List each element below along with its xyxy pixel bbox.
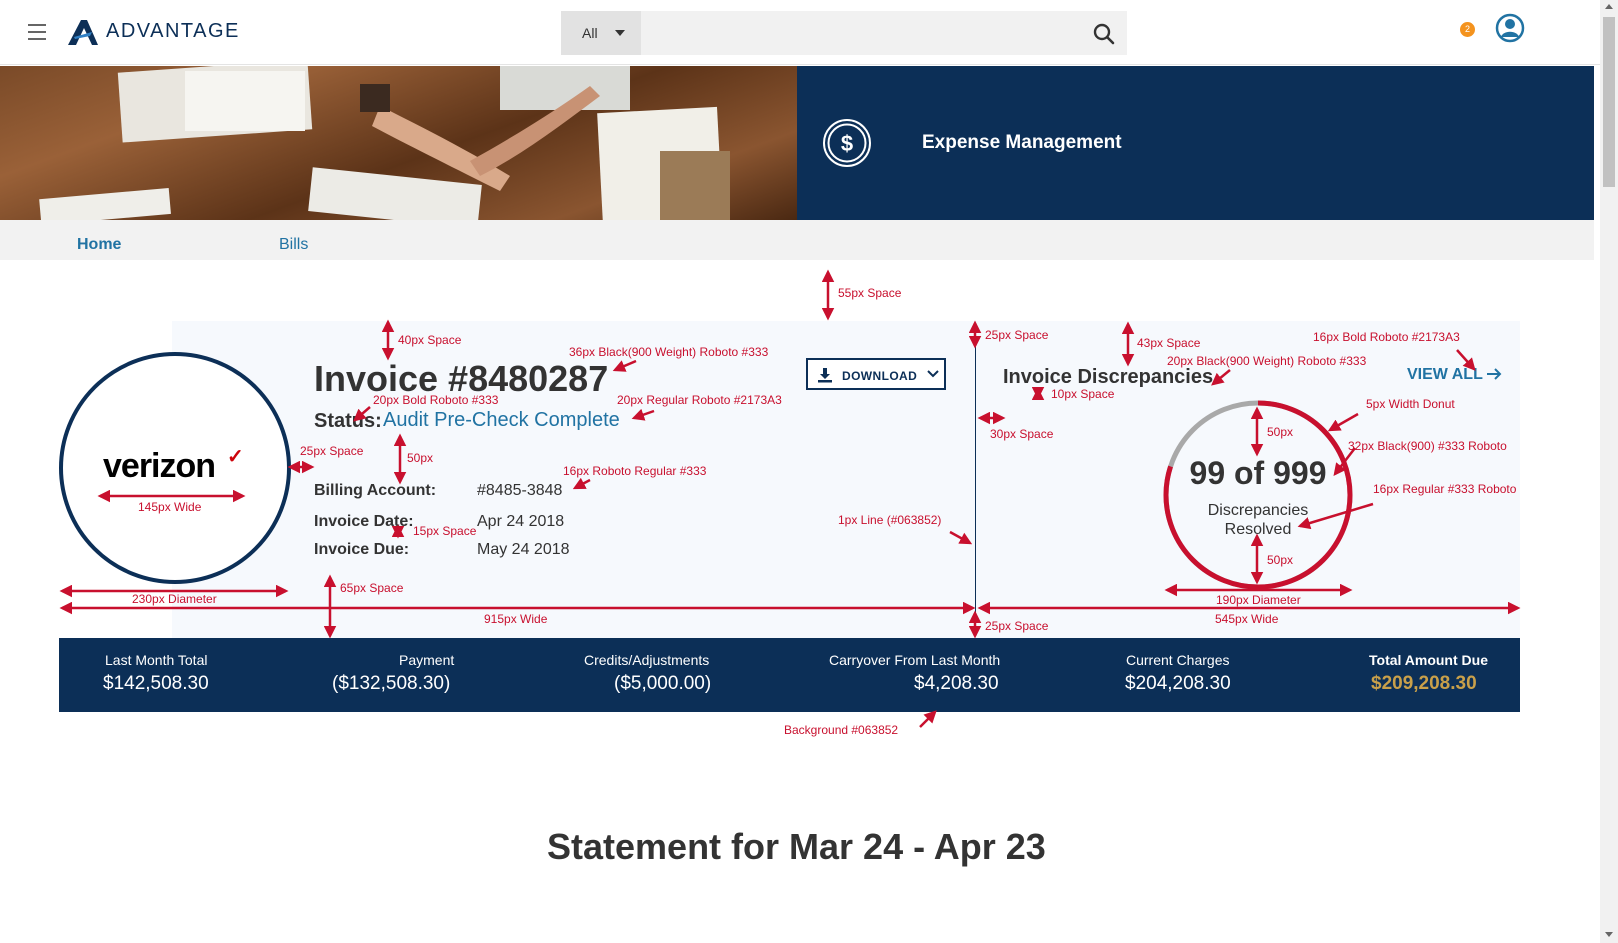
total-value: ($132,508.30) bbox=[332, 673, 451, 694]
nav-tabs: Home Bills bbox=[0, 220, 1594, 260]
dollar-circle-icon: $ bbox=[822, 118, 872, 173]
advantage-logo-icon[interactable] bbox=[66, 18, 100, 46]
carrier-check-icon: ✓ bbox=[227, 446, 244, 468]
annotation-label: 16px Regular #333 Roboto bbox=[1373, 482, 1517, 496]
total-value: $204,208.30 bbox=[1125, 673, 1231, 694]
totals-bar: Last Month Total $142,508.30 Payment ($1… bbox=[59, 638, 1520, 712]
notification-badge[interactable]: 2 bbox=[1460, 22, 1475, 37]
scroll-up-icon[interactable] bbox=[1605, 4, 1613, 9]
annotation-label: 40px Space bbox=[398, 333, 462, 347]
invoice-date-value: Apr 24 2018 bbox=[477, 513, 565, 530]
tab-home[interactable]: Home bbox=[77, 236, 121, 254]
annotation-label: 190px Diameter bbox=[1216, 593, 1301, 607]
annotation-label: 25px Space bbox=[300, 444, 364, 458]
donut-caption: Discrepancies Resolved bbox=[1161, 501, 1355, 539]
invoice-date-label: Invoice Date: bbox=[314, 513, 414, 530]
discrepancies-title: Invoice Discrepancies bbox=[1003, 366, 1214, 388]
search-filter-dropdown[interactable]: All bbox=[561, 11, 641, 55]
invoice-due-label: Invoice Due: bbox=[314, 541, 410, 558]
annotation-label: 20px Bold Roboto #333 bbox=[373, 393, 499, 407]
search-filter-label: All bbox=[582, 25, 598, 41]
annotation-label: 10px Space bbox=[1051, 387, 1115, 401]
annotation-label: 16px Bold Roboto #2173A3 bbox=[1313, 330, 1460, 344]
annotation-label: 55px Space bbox=[838, 286, 902, 300]
carrier-logo: verizon bbox=[103, 447, 216, 485]
arrow-right-icon[interactable] bbox=[1485, 365, 1503, 388]
total-label: Carryover From Last Month bbox=[829, 652, 1001, 668]
annotation-label: 20px Black(900 Weight) Roboto #333 bbox=[1167, 354, 1367, 368]
annotation-label: 65px Space bbox=[340, 581, 404, 595]
annotation-label: 15px Space bbox=[413, 524, 477, 538]
total-value: $142,508.30 bbox=[103, 673, 209, 694]
annotation-label: 16px Roboto Regular #333 bbox=[563, 464, 707, 478]
annotation-label: 43px Space bbox=[1137, 336, 1201, 350]
search-input[interactable] bbox=[641, 11, 1095, 55]
annotation-label: 915px Wide bbox=[484, 612, 548, 626]
total-label: Current Charges bbox=[1126, 652, 1230, 668]
total-label: Last Month Total bbox=[105, 652, 208, 668]
annotation-label: 5px Width Donut bbox=[1366, 397, 1455, 411]
vertical-scrollbar[interactable] bbox=[1600, 0, 1618, 943]
user-avatar-icon[interactable] bbox=[1495, 13, 1525, 48]
annotation-label: 1px Line (#063852) bbox=[838, 513, 942, 527]
annotation-label: 545px Wide bbox=[1215, 612, 1279, 626]
top-bar: ADVANTAGE All 2 bbox=[0, 0, 1600, 65]
status-label: Status: bbox=[314, 410, 382, 432]
svg-text:$: $ bbox=[841, 131, 853, 156]
annotation-label: 30px Space bbox=[990, 427, 1054, 441]
download-button[interactable]: DOWNLOAD bbox=[806, 358, 946, 390]
donut-value: 99 of 999 bbox=[1189, 455, 1327, 491]
annotation-label: 50px bbox=[1267, 425, 1294, 439]
scroll-down-icon[interactable] bbox=[1605, 932, 1613, 937]
total-label: Payment bbox=[399, 652, 455, 668]
discrepancies-donut bbox=[1163, 400, 1353, 590]
banner-panel bbox=[797, 66, 1594, 220]
search-bar: All bbox=[561, 11, 1127, 55]
download-icon bbox=[817, 367, 833, 388]
hamburger-menu-icon[interactable] bbox=[28, 24, 46, 40]
billing-account-value: #8485-3848 bbox=[477, 482, 563, 499]
caret-down-icon bbox=[615, 30, 625, 36]
annotation-label: 230px Diameter bbox=[132, 592, 217, 606]
tab-bills[interactable]: Bills bbox=[279, 236, 308, 254]
logo-text: ADVANTAGE bbox=[106, 20, 240, 42]
banner-photo bbox=[0, 66, 797, 220]
download-label: DOWNLOAD bbox=[842, 369, 918, 383]
invoice-due-value: May 24 2018 bbox=[477, 541, 570, 558]
total-due-label: Total Amount Due bbox=[1369, 652, 1488, 668]
total-label: Credits/Adjustments bbox=[584, 652, 710, 668]
donut-caption-line1: Discrepancies bbox=[1207, 502, 1309, 519]
annotation-label: 50px bbox=[1267, 553, 1294, 567]
annotation-label: 25px Space bbox=[985, 328, 1049, 342]
chevron-down-icon bbox=[926, 367, 940, 386]
annotation-label: 145px Wide bbox=[138, 500, 202, 514]
status-value: Audit Pre-Check Complete bbox=[383, 409, 620, 431]
total-value: ($5,000.00) bbox=[614, 673, 712, 694]
view-all-link[interactable]: VIEW ALL bbox=[1407, 366, 1483, 384]
billing-account-label: Billing Account: bbox=[314, 482, 437, 499]
donut-caption-line2: Resolved bbox=[1224, 521, 1292, 538]
search-icon[interactable] bbox=[1093, 23, 1115, 50]
statement-title: Statement for Mar 24 - Apr 23 bbox=[547, 826, 1046, 867]
scrollbar-thumb[interactable] bbox=[1603, 17, 1615, 187]
total-value: $4,208.30 bbox=[914, 673, 999, 694]
annotation-label: 36px Black(900 Weight) Roboto #333 bbox=[569, 345, 769, 359]
annotation-label: 50px bbox=[407, 451, 434, 465]
annotation-label: 20px Regular Roboto #2173A3 bbox=[617, 393, 782, 407]
banner-title: Expense Management bbox=[922, 132, 1122, 153]
annotation-label: Background #063852 bbox=[784, 723, 899, 737]
annotation-label: 25px Space bbox=[985, 619, 1049, 633]
card-divider bbox=[975, 327, 976, 636]
annotation-label: 32px Black(900) #333 Roboto bbox=[1348, 439, 1507, 453]
total-due-value: $209,208.30 bbox=[1371, 673, 1477, 694]
